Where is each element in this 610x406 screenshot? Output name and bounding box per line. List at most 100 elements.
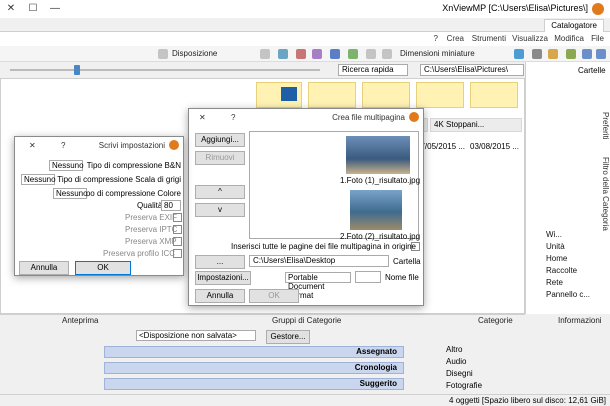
thumbnail-image[interactable]	[256, 82, 302, 108]
menu-bar: File Modifica Visualizza Strumenti Crea …	[0, 32, 610, 46]
maximize-window-button[interactable]: ☐	[22, 0, 44, 18]
tab-preferiti[interactable]: Preferiti	[598, 112, 610, 140]
thumbnail-folder-4[interactable]	[308, 82, 356, 108]
folder-input[interactable]: C:\Users\Elisa\Desktop	[249, 255, 389, 267]
file-name-2: 2.Foto (2)_risultato.jpg	[340, 232, 421, 241]
menu-modifica[interactable]: Modifica	[554, 34, 584, 43]
category-disegni[interactable]: Disegni	[446, 368, 473, 380]
filter-icon[interactable]	[366, 49, 376, 59]
multipage-title: Crea file multipagina	[332, 113, 405, 122]
move-up-button[interactable]: ^	[195, 185, 245, 199]
delete-icon[interactable]	[296, 49, 306, 59]
color-compression-select[interactable]: Nessuno	[53, 188, 88, 199]
toolbar: Dimensioni miniature Disposizione	[0, 46, 610, 62]
share-icon[interactable]	[278, 49, 288, 59]
insert-all-label: Inserisci tutte le pagine dei file multi…	[231, 242, 416, 251]
menu-visualizza[interactable]: Visualizza	[512, 34, 548, 43]
thumbnail-size-button[interactable]: Dimensioni miniature	[400, 48, 475, 60]
multipage-dialog: Crea file multipagina ? ✕ Aggiungi... Ri…	[188, 108, 424, 306]
zoom-slider-thumb[interactable]	[74, 65, 80, 75]
minimize-window-button[interactable]: —	[44, 0, 66, 18]
tag-icon[interactable]	[348, 49, 358, 59]
quick-search-input[interactable]: Ricerca rapida	[338, 64, 408, 76]
quality-input[interactable]: 80	[161, 200, 181, 211]
info-panel-title: Informazioni	[558, 316, 602, 325]
filename-input[interactable]	[355, 271, 381, 283]
thumbnail-folder-2[interactable]	[416, 82, 464, 108]
folder-label: Cartella	[393, 257, 421, 266]
tab-catalogatore[interactable]: Catalogatore	[544, 19, 604, 32]
settings-button[interactable]: Impostazioni...	[195, 271, 251, 285]
tree-item-pannello[interactable]: Pannello c...	[546, 290, 590, 299]
folder-icon[interactable]	[548, 49, 558, 59]
settings-icon[interactable]	[260, 49, 270, 59]
file-name-1: 1.Foto (1)_risultato.jpg	[340, 176, 421, 185]
menu-help[interactable]: ?	[434, 34, 438, 43]
set-assegnato[interactable]: Assegnato	[104, 346, 404, 358]
tree-item-home[interactable]: Home	[546, 254, 567, 263]
bw-compression-select[interactable]: Nessuno	[49, 160, 84, 171]
tab-category-filter[interactable]: Filtro della Categoria	[598, 157, 610, 231]
zoom-slider-track[interactable]	[10, 69, 320, 71]
bw-compression-label: Tipo di compressione B&N	[86, 161, 181, 170]
move-down-button[interactable]: v	[195, 203, 245, 217]
add-button[interactable]: Aggiungi...	[195, 133, 245, 147]
close-window-button[interactable]: ✕	[0, 0, 22, 18]
view-icon[interactable]	[514, 49, 524, 59]
status-text: 4 oggetti [Spazio libero sul disco: 12,6…	[449, 396, 606, 405]
multipage-cancel-button[interactable]: Annulla	[195, 289, 245, 303]
gray-compression-select[interactable]: Nessuno	[21, 174, 56, 185]
preview-panel-title: Anteprima	[62, 316, 99, 325]
preserve-iptc-label: Preserva IPTC	[125, 225, 178, 234]
category-audio[interactable]: Audio	[446, 356, 466, 368]
category-altro[interactable]: Altro	[446, 344, 462, 356]
tree-item-raccolte[interactable]: Raccolte	[546, 266, 577, 275]
multipage-help-button[interactable]: ?	[231, 113, 235, 122]
browse-button[interactable]: ...	[195, 255, 245, 269]
tree-item-wi[interactable]: Wi...	[546, 230, 562, 239]
set-cronologia[interactable]: Cronologia	[104, 362, 404, 374]
gray-compression-label: Tipo di compressione Scala di grigi	[57, 175, 181, 184]
write-settings-title: Scrivi impostazioni	[98, 141, 165, 150]
multipage-close-button[interactable]: ✕	[199, 113, 206, 122]
thumbnail-folder-3[interactable]	[362, 82, 410, 108]
edit-icon[interactable]	[312, 49, 322, 59]
menu-crea[interactable]: Crea	[447, 34, 464, 43]
tree-item-unita[interactable]: Unità	[546, 242, 565, 251]
path-input[interactable]: C:\Users\Elisa\Pictures\	[420, 64, 524, 76]
status-bar: 4 oggetti [Spazio libero sul disco: 12,6…	[0, 394, 610, 406]
slideshow-icon[interactable]	[330, 49, 340, 59]
folders-title: Cartelle	[578, 66, 606, 75]
file-date-1: 03/08/2015 ...	[470, 142, 519, 151]
file-name-cell[interactable]: 4K Stoppani...	[430, 118, 522, 132]
set-suggerito[interactable]: Suggerito	[104, 378, 404, 390]
folder-pane: Cartelle Preferiti Filtro della Categori…	[525, 62, 610, 314]
title-bar: ✕ ☐ — XnViewMP [C:\Users\Elisa\Pictures\…	[0, 0, 610, 18]
write-close-button[interactable]: ✕	[29, 141, 36, 150]
format-select[interactable]: Portable Document Format	[285, 272, 351, 300]
forward-icon[interactable]	[582, 49, 592, 59]
tree-item-rete[interactable]: Rete	[546, 278, 563, 287]
preserve-xmp-label: Preserva XMP	[125, 237, 177, 246]
write-cancel-button[interactable]: Annulla	[19, 261, 69, 275]
thumbnail-folder-1[interactable]	[470, 82, 518, 108]
write-help-button[interactable]: ?	[61, 141, 65, 150]
preserve-icc-label: Preserva profilo ICC	[103, 249, 176, 258]
category-fotografie[interactable]: Fotografie	[446, 380, 482, 392]
category-set-select[interactable]: <Disposizione non salvata>	[136, 330, 256, 341]
menu-file[interactable]: File	[591, 34, 604, 43]
remove-button[interactable]: Rimuovi	[195, 151, 245, 165]
layout-button[interactable]: Disposizione	[172, 48, 217, 60]
file-list-box[interactable]: 1.Foto (1)_risultato.jpg 2.Foto (2)_risu…	[249, 131, 421, 241]
write-ok-button[interactable]: OK	[75, 261, 131, 275]
manage-button[interactable]: Gestore...	[266, 330, 310, 344]
window-title: XnViewMP [C:\Users\Elisa\Pictures\]	[442, 3, 588, 13]
up-icon[interactable]	[566, 49, 576, 59]
tab-strip: Catalogatore	[0, 18, 610, 32]
filename-label: Nome file	[385, 273, 419, 282]
sort-icon[interactable]	[382, 49, 392, 59]
multipage-ok-button[interactable]: OK	[249, 289, 299, 303]
back-icon[interactable]	[596, 49, 606, 59]
menu-strumenti[interactable]: Strumenti	[472, 34, 506, 43]
refresh-icon[interactable]	[532, 49, 542, 59]
